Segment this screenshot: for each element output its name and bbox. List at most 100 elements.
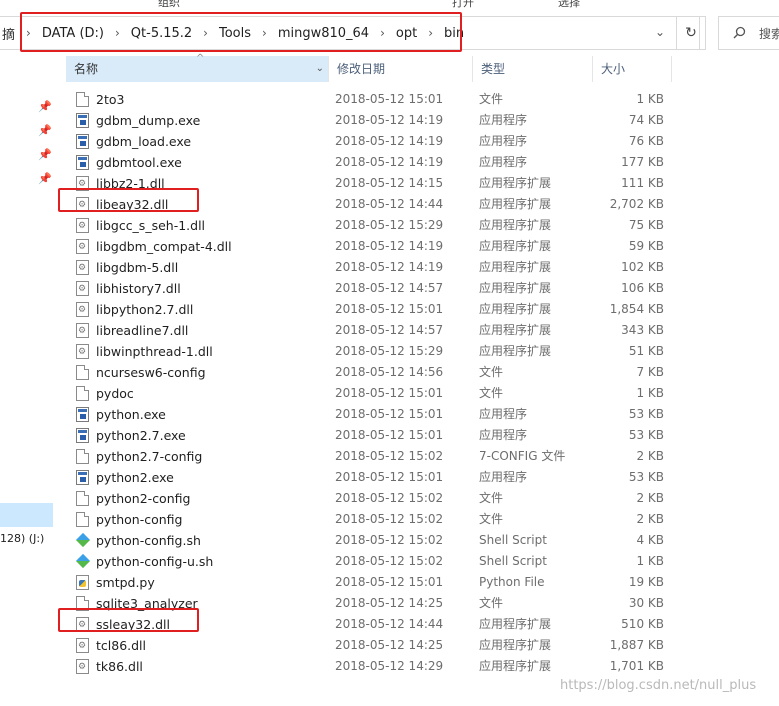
dll-icon (76, 657, 89, 678)
pin-icon[interactable]: 📌 (38, 148, 52, 161)
file-size: 2,702 KB (609, 197, 664, 211)
pin-icon[interactable]: 📌 (38, 172, 52, 185)
file-row[interactable]: tk86.dll 2018-05-12 14:29 应用程序扩展 1,701 KB (68, 656, 668, 678)
file-size: 102 KB (621, 260, 664, 274)
file-date: 2018-05-12 15:29 (335, 344, 444, 358)
exe-icon (76, 407, 89, 422)
ribbon-group-organize[interactable]: 组织 (158, 0, 180, 10)
chevron-down-icon[interactable]: ⌄ (316, 56, 324, 82)
file-name: libwinpthread-1.dll (96, 344, 213, 359)
address-bar[interactable]: 摘 › DATA (D:) › Qt-5.15.2 › Tools › ming… (0, 16, 700, 50)
file-row[interactable]: python2.7-config 2018-05-12 15:02 7-CONFIG… (68, 446, 668, 467)
file-name: libhistory7.dll (96, 281, 181, 296)
file-row[interactable]: python2-config 2018-05-12 15:02 文件 2 KB (68, 488, 668, 509)
breadcrumb-item-opt[interactable]: opt (394, 26, 419, 41)
file-size: 59 KB (628, 239, 664, 253)
column-header-type[interactable]: 类型 (472, 56, 592, 82)
file-type: 应用程序扩展 (479, 302, 552, 316)
file-row[interactable]: smtpd.py 2018-05-12 15:01 Python File 19 KB (68, 572, 668, 593)
refresh-button[interactable]: ↻ (676, 16, 706, 50)
file-row[interactable]: gdbm_load.exe 2018-05-12 14:19 应用程序 76 KB (68, 131, 668, 152)
file-name: libgcc_s_seh-1.dll (96, 218, 206, 233)
file-row[interactable]: python-config 2018-05-12 15:02 文件 2 KB (68, 509, 668, 530)
file-row[interactable]: libpython2.7.dll 2018-05-12 15:01 应用程序扩展 1,… (68, 299, 668, 321)
file-type: 应用程序扩展 (479, 638, 552, 652)
file-icon (76, 92, 89, 107)
breadcrumb-left-fragment: 摘 (2, 27, 16, 43)
file-date: 2018-05-12 14:25 (335, 638, 444, 652)
file-name: python.exe (96, 407, 166, 422)
file-name: 2to3 (96, 92, 125, 107)
breadcrumb-item-mingw[interactable]: mingw810_64 (276, 26, 371, 41)
column-header-row: 名称 ^ ⌄ 修改日期 类型 大小 (56, 53, 696, 82)
file-row[interactable]: libeay32.dll 2018-05-12 14:44 应用程序扩展 2,702 … (68, 194, 668, 216)
file-row[interactable]: libgcc_s_seh-1.dll 2018-05-12 15:29 应用程序扩展… (68, 215, 668, 237)
breadcrumb-item-qt[interactable]: Qt-5.15.2 (129, 26, 194, 41)
file-row[interactable]: python-config-u.sh 2018-05-12 15:02 Shell … (68, 551, 668, 572)
file-size: 510 KB (621, 617, 664, 631)
file-row[interactable]: python.exe 2018-05-12 15:01 应用程序 53 KB (68, 404, 668, 425)
chevron-down-icon[interactable]: ⌄ (650, 25, 670, 41)
file-row[interactable]: pydoc 2018-05-12 15:01 文件 1 KB (68, 383, 668, 404)
file-row[interactable]: libbz2-1.dll 2018-05-12 14:15 应用程序扩展 111 KB (68, 173, 668, 195)
pin-icon[interactable]: 📌 (38, 124, 52, 137)
search-box[interactable]: 搜索 (718, 16, 779, 50)
file-date: 2018-05-12 14:29 (335, 659, 444, 673)
file-row[interactable]: gdbm_dump.exe 2018-05-12 14:19 应用程序 74 KB (68, 110, 668, 131)
file-row[interactable]: libwinpthread-1.dll 2018-05-12 15:29 应用程序扩… (68, 341, 668, 363)
dll-icon (76, 300, 89, 321)
file-date: 2018-05-12 15:01 (335, 575, 444, 589)
file-row[interactable]: libgdbm-5.dll 2018-05-12 14:19 应用程序扩展 102 K… (68, 257, 668, 279)
file-date: 2018-05-12 14:19 (335, 239, 444, 253)
chevron-right-icon[interactable]: › (253, 26, 276, 40)
file-date: 2018-05-12 15:01 (335, 302, 444, 316)
file-size: 177 KB (621, 155, 664, 169)
file-row[interactable]: ssleay32.dll 2018-05-12 14:44 应用程序扩展 510 KB (68, 614, 668, 636)
file-row[interactable]: libhistory7.dll 2018-05-12 14:57 应用程序扩展 106… (68, 278, 668, 300)
column-header-date[interactable]: 修改日期 (328, 56, 472, 82)
file-name: tk86.dll (96, 659, 143, 674)
file-row[interactable]: sqlite3_analyzer 2018-05-12 14:25 文件 30 KB (68, 593, 668, 614)
file-row[interactable]: python2.7.exe 2018-05-12 15:01 应用程序 53 KB (68, 425, 668, 446)
ribbon-group-open[interactable]: 打开 (452, 0, 474, 10)
chevron-right-icon[interactable]: › (419, 26, 442, 40)
file-size: 75 KB (628, 218, 664, 232)
dll-icon (76, 216, 89, 237)
nav-item-selected[interactable] (0, 503, 53, 527)
file-name: libreadline7.dll (96, 323, 189, 338)
chevron-right-icon[interactable]: › (106, 26, 129, 40)
dll-icon (76, 174, 89, 195)
navigation-pane: 📌 📌 📌 📌 128) (J:) (0, 56, 56, 706)
file-date: 2018-05-12 15:02 (335, 512, 444, 526)
column-header-name[interactable]: 名称 ^ ⌄ (66, 53, 328, 82)
file-row[interactable]: libreadline7.dll 2018-05-12 14:57 应用程序扩展 34… (68, 320, 668, 342)
pin-icon[interactable]: 📌 (38, 100, 52, 113)
file-row[interactable]: python2.exe 2018-05-12 15:01 应用程序 53 KB (68, 467, 668, 488)
file-icon (76, 491, 89, 506)
exe-icon (76, 134, 89, 149)
file-date: 2018-05-12 14:44 (335, 617, 444, 631)
chevron-right-icon[interactable]: › (371, 26, 394, 40)
file-row[interactable]: 2to3 2018-05-12 15:01 文件 1 KB (68, 89, 668, 110)
file-name: smtpd.py (96, 575, 155, 590)
file-type: 文件 (479, 512, 504, 526)
file-type: Shell Script (479, 554, 547, 568)
file-row[interactable]: libgdbm_compat-4.dll 2018-05-12 14:19 应用程序… (68, 236, 668, 258)
breadcrumb-item-drive[interactable]: DATA (D:) (40, 26, 106, 41)
ribbon-group-select[interactable]: 选择 (558, 0, 580, 10)
breadcrumb-item-bin[interactable]: bin (442, 26, 466, 41)
file-size: 1,701 KB (609, 659, 664, 673)
chevron-right-icon[interactable]: › (194, 26, 217, 40)
file-name: python-config-u.sh (96, 554, 214, 569)
breadcrumb-item-tools[interactable]: Tools (217, 26, 253, 41)
file-name: python2.exe (96, 470, 174, 485)
file-row[interactable]: ncursesw6-config 2018-05-12 14:56 文件 7 KB (68, 362, 668, 383)
file-name: python-config.sh (96, 533, 201, 548)
file-date: 2018-05-12 15:02 (335, 491, 444, 505)
file-row[interactable]: python-config.sh 2018-05-12 15:02 Shell Sc… (68, 530, 668, 551)
column-header-size[interactable]: 大小 (592, 56, 672, 82)
nav-item-drive-j[interactable]: 128) (J:) (0, 532, 44, 545)
file-row[interactable]: tcl86.dll 2018-05-12 14:25 应用程序扩展 1,887 KB (68, 635, 668, 657)
file-row[interactable]: gdbmtool.exe 2018-05-12 14:19 应用程序 177 KB (68, 152, 668, 173)
file-icon (76, 365, 89, 380)
